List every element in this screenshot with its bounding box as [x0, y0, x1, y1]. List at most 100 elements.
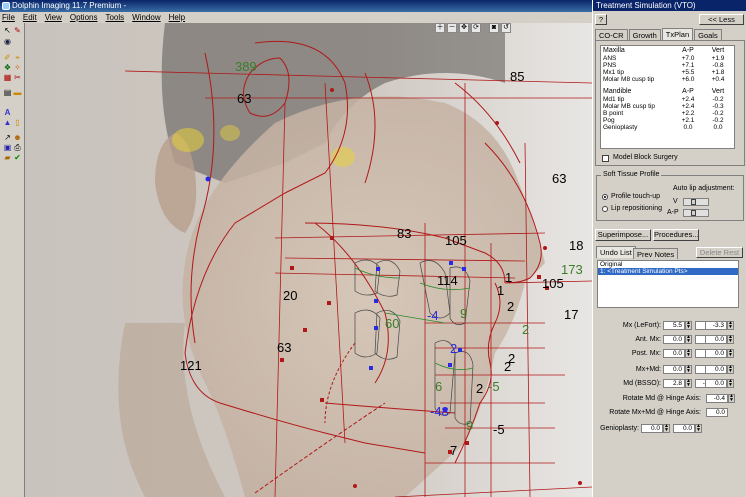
menu-help[interactable]: Help	[169, 12, 185, 23]
grid-icon[interactable]: ▦	[3, 73, 12, 82]
rotate-mxmd-stepper[interactable]: 0.0	[706, 408, 728, 417]
md-bsso-third-stepper[interactable]: 0.0 ▲ ▼	[705, 379, 734, 388]
table-header: Mandible A-P Vert	[603, 88, 725, 95]
people-icon[interactable]: ☻	[13, 133, 22, 142]
layers-icon[interactable]: ❖	[3, 63, 12, 72]
tracing-label: 121	[180, 358, 202, 373]
rotate-md-stepper[interactable]: -0.4 ▲ ▼	[706, 394, 735, 403]
tab-undo-list[interactable]: Undo List	[596, 246, 636, 258]
less-button[interactable]: << Less	[699, 14, 744, 25]
post-mx-ap-stepper[interactable]: 0.0 ▲ ▼	[663, 349, 692, 358]
ruler-icon[interactable]: ✧	[13, 63, 22, 72]
save-icon[interactable]: ▣	[3, 143, 12, 152]
post-mx-label: Post. Mx:	[631, 350, 661, 357]
check-icon[interactable]: ✔	[13, 153, 22, 162]
soft-tissue-group: Soft Tissue Profile Profile touch-up Lip…	[596, 171, 744, 221]
tab-growth[interactable]: Growth	[628, 29, 661, 40]
note-icon[interactable]: ▯	[13, 118, 22, 127]
profile-touchup-radio[interactable]	[602, 194, 608, 200]
folder-icon[interactable]: ▰	[3, 153, 12, 162]
brush-icon[interactable]: ✐	[3, 53, 12, 62]
tracing-label: 1	[497, 283, 504, 298]
tab-prev-notes[interactable]: Prev Notes	[633, 248, 679, 259]
app-title: Dolphin Imaging 11.7 Premium -	[12, 1, 127, 10]
v-slider[interactable]	[683, 198, 709, 206]
eye-icon[interactable]: ◉	[3, 37, 12, 46]
model-block-checkbox[interactable]	[602, 155, 609, 162]
pan-icon[interactable]: ✥	[459, 23, 469, 33]
tab-txplan[interactable]: TxPlan	[661, 28, 694, 40]
genio-ap-stepper[interactable]: 0.0 ▲ ▼	[641, 424, 670, 433]
menu-file[interactable]: File	[2, 12, 15, 23]
lip-reposition-label: Lip repositioning	[611, 205, 662, 212]
procedures-button[interactable]: Procedures...	[653, 229, 699, 241]
genio-vert-stepper[interactable]: 0.0 ▲ ▼	[673, 424, 702, 433]
cephalometric-tracing-canvas[interactable]: 389 63 85 63 18 173 105 17 83 105 114 20…	[25, 23, 592, 497]
delete-rest-button[interactable]: Delete Rest	[696, 247, 743, 258]
table-row: Genioplasty 0.0 0.0	[603, 124, 723, 131]
lip-reposition-radio[interactable]	[602, 206, 608, 212]
annotate-icon[interactable]: ▲	[3, 118, 12, 127]
camera-icon[interactable]: ◙	[489, 23, 499, 33]
text-icon[interactable]: A	[3, 108, 12, 117]
movement-table: Maxilla A-P Vert ANS +7.0 +1.9 PNS +7.1 -0.8…	[600, 45, 735, 149]
tracing-label: 7	[450, 443, 457, 458]
table-row: PNS +7.1 -0.8	[603, 62, 724, 69]
vto-panel: Treatment Simulation (VTO) ? << Less CO-…	[592, 0, 746, 497]
menu-edit[interactable]: Edit	[23, 12, 37, 23]
ap-slider-label: A-P	[667, 209, 679, 216]
tracing-label: -5	[488, 379, 500, 394]
canvas-toolbar: ＋ － ✥ ⟳ ◙ ↺	[435, 23, 511, 35]
pointer-icon[interactable]: ↗	[3, 133, 12, 142]
patient-photo-with-tracing: 389 63 85 63 18 173 105 17 83 105 114 20…	[25, 23, 592, 497]
post-mx-third-stepper[interactable]: 0.0 ▲ ▼	[705, 349, 734, 358]
help-button[interactable]: ?	[595, 14, 607, 25]
list-item[interactable]: 1: <Treatment Simulation Pts>	[598, 268, 738, 275]
scale-icon[interactable]: ▬	[13, 88, 22, 97]
print-icon[interactable]: ⎙	[13, 143, 22, 152]
arrow-select-icon[interactable]: ↖	[3, 26, 12, 35]
mx-md-third-stepper[interactable]: 0.0 ▲ ▼	[705, 365, 734, 374]
md-bsso-ap-stepper[interactable]: 2.8 ▲ ▼	[663, 379, 692, 388]
menu-tools[interactable]: Tools	[105, 12, 124, 23]
tracing-label: 60	[385, 316, 399, 331]
table-row: B point +2.2 -0.2	[603, 110, 724, 117]
list-item[interactable]: Original	[598, 261, 738, 268]
tab-co-cr[interactable]: CO-CR	[595, 29, 628, 40]
tracing-label: 63	[552, 171, 566, 186]
ap-slider[interactable]	[683, 209, 709, 217]
table-row: ANS +7.0 +1.9	[603, 55, 725, 62]
mx-md-label: Mx+Md:	[635, 366, 661, 373]
table-icon[interactable]: ▤	[3, 88, 12, 97]
rotate-icon[interactable]: ⟳	[471, 23, 481, 33]
zoom-in-icon[interactable]: ＋	[435, 23, 445, 33]
tracing-label: 2	[476, 381, 483, 396]
lasso-icon[interactable]: ✂	[13, 73, 22, 82]
ant-mx-ap-stepper[interactable]: 0.0 ▲ ▼	[663, 335, 692, 344]
mx-lefort-third-stepper[interactable]: -3.3 ▲ ▼	[705, 321, 734, 330]
menu-options[interactable]: Options	[70, 12, 98, 23]
auto-lip-label: Auto lip adjustment:	[673, 185, 735, 192]
zoom-out-icon[interactable]: －	[447, 23, 457, 33]
menu-view[interactable]: View	[45, 12, 62, 23]
undo-list[interactable]: Original 1: <Treatment Simulation Pts>	[597, 260, 739, 308]
mx-lefort-ap-stepper[interactable]: 5.5 ▲ ▼	[663, 321, 692, 330]
table-row: Pog +2.1 -0.2	[603, 117, 724, 124]
tool-palette: ↖ ✎ ◉ ✐ ⌖ ❖ ✧ ▦ ✂ ▤ ▬ A ▲ ▯ ↗ ☻ ▣ ⎙ ▰ ✔	[0, 23, 25, 497]
measure-icon[interactable]: ⌖	[13, 53, 22, 62]
genioplasty-label: Genioplasty:	[600, 425, 639, 432]
soft-tissue-title: Soft Tissue Profile	[601, 171, 662, 179]
txplan-tab-body: Maxilla A-P Vert ANS +7.0 +1.9 PNS +7.1 -0.8…	[595, 40, 745, 166]
pen-icon[interactable]: ✎	[13, 26, 22, 35]
porion-marker	[172, 128, 204, 152]
tracing-label: 1	[505, 270, 512, 285]
ant-mx-third-stepper[interactable]: 0.0 ▲ ▼	[705, 335, 734, 344]
reset-icon[interactable]: ↺	[501, 23, 511, 33]
tracing-label: 105	[445, 233, 467, 248]
panel-title: Treatment Simulation (VTO)	[593, 0, 746, 11]
superimpose-button[interactable]: Superimpose...	[595, 229, 651, 241]
menu-window[interactable]: Window	[132, 12, 160, 23]
mx-md-ap-stepper[interactable]: 0.0 ▲ ▼	[663, 365, 692, 374]
app-title-bar: Dolphin Imaging 11.7 Premium -	[0, 0, 592, 12]
tab-goals[interactable]: Goals	[694, 29, 722, 40]
